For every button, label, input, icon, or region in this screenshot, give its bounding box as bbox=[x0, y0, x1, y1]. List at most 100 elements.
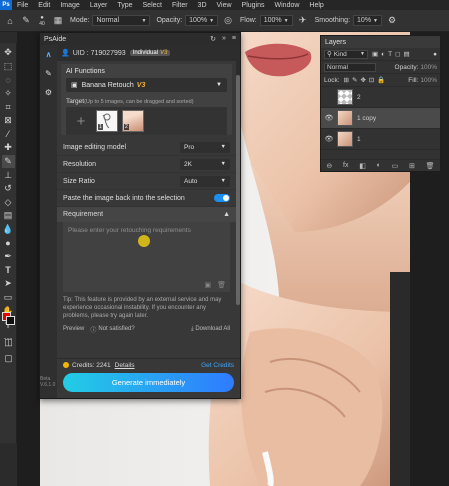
pen-tool-icon[interactable]: ✒ bbox=[2, 250, 15, 263]
menu-select[interactable]: Select bbox=[138, 2, 167, 9]
quick-mask-icon[interactable]: ◫ bbox=[2, 336, 15, 349]
size-ratio-select[interactable]: Auto ▼ bbox=[180, 175, 230, 187]
crop-tool-icon[interactable]: ⌗ bbox=[2, 101, 15, 114]
add-image-button[interactable]: + bbox=[70, 110, 92, 132]
adjustment-icon[interactable]: ◐ bbox=[377, 162, 381, 169]
screen-mode-icon[interactable]: ▢ bbox=[2, 352, 15, 365]
generate-button[interactable]: Generate immediately bbox=[63, 373, 234, 392]
dodge-tool-icon[interactable]: ● bbox=[2, 237, 15, 250]
lock-artboard-icon[interactable]: ⊡ bbox=[369, 76, 374, 84]
eye-icon[interactable]: 👁 bbox=[324, 135, 334, 143]
clone-stamp-tool-icon[interactable]: ⊥ bbox=[2, 169, 15, 182]
brush-settings-icon[interactable]: ▦ bbox=[52, 15, 64, 27]
details-link[interactable]: Details bbox=[115, 362, 135, 369]
eyedropper-tool-icon[interactable]: ⁄ bbox=[2, 128, 15, 141]
fill-label: Fill: bbox=[408, 76, 419, 84]
settings-icon[interactable]: ⚙ bbox=[43, 87, 54, 98]
edit-icon[interactable]: ✎ bbox=[43, 68, 54, 79]
smoothing-input[interactable]: 10% ▼ bbox=[353, 15, 382, 26]
layer-thumbnail bbox=[337, 131, 353, 147]
layer-row[interactable]: 👁 1 copy bbox=[321, 108, 440, 129]
menu-view[interactable]: View bbox=[212, 2, 237, 9]
menu-help[interactable]: Help bbox=[304, 2, 328, 9]
brush-preset-icon[interactable]: ● 40 bbox=[36, 15, 48, 27]
lock-pixels-icon[interactable]: ⊞ bbox=[344, 76, 349, 84]
frame-tool-icon[interactable]: ⊠ bbox=[2, 114, 15, 127]
download-all-button[interactable]: ⤓ Download All bbox=[191, 326, 230, 333]
history-brush-tool-icon[interactable]: ↺ bbox=[2, 182, 15, 195]
menu-3d[interactable]: 3D bbox=[193, 2, 212, 9]
filter-pixel-icon[interactable]: ▣ bbox=[372, 50, 378, 58]
eye-icon[interactable]: 👁 bbox=[324, 114, 334, 122]
blend-mode-select[interactable]: Normal bbox=[324, 62, 376, 72]
layer-row[interactable]: 2 bbox=[321, 87, 440, 108]
menu-plugins[interactable]: Plugins bbox=[237, 2, 270, 9]
menu-window[interactable]: Window bbox=[270, 2, 305, 9]
type-tool-icon[interactable]: T bbox=[2, 264, 15, 277]
requirement-placeholder: Please enter your retouching requirement… bbox=[68, 227, 191, 234]
requirement-header[interactable]: Requirement ▲ bbox=[57, 207, 236, 222]
gradient-tool-icon[interactable]: ▤ bbox=[2, 209, 15, 222]
blur-tool-icon[interactable]: 💧 bbox=[2, 223, 15, 236]
pressure-opacity-icon[interactable]: ◎ bbox=[222, 15, 234, 27]
refresh-icon[interactable]: ↻ bbox=[210, 35, 216, 43]
target-thumb[interactable]: 1 bbox=[96, 110, 118, 132]
menu-filter[interactable]: Filter bbox=[167, 2, 193, 9]
filter-type-icon[interactable]: T bbox=[388, 51, 392, 58]
layer-opacity-value[interactable]: 100% bbox=[420, 64, 437, 71]
home-icon[interactable]: ⌂ bbox=[4, 15, 16, 27]
psaide-scroll-area[interactable]: AI Functions ▣ Banana Retouch V3 ▼ Targe… bbox=[57, 61, 236, 358]
lock-paint-icon[interactable]: ✎ bbox=[352, 76, 357, 84]
layer-row[interactable]: 👁 1 bbox=[321, 129, 440, 150]
filter-adjustment-icon[interactable]: ◐ bbox=[381, 51, 385, 58]
filter-shape-icon[interactable]: ◻ bbox=[395, 50, 400, 58]
folder-icon[interactable]: ▭ bbox=[392, 162, 399, 170]
opacity-input[interactable]: 100% ▼ bbox=[185, 15, 219, 26]
menu-file[interactable]: File bbox=[12, 2, 33, 9]
lock-position-icon[interactable]: ✥ bbox=[360, 76, 365, 84]
function-select[interactable]: ▣ Banana Retouch V3 ▼ bbox=[66, 78, 227, 92]
image-icon[interactable]: ▣ bbox=[204, 281, 211, 289]
background-color-swatch[interactable] bbox=[6, 316, 15, 325]
link-icon[interactable]: ⊖ bbox=[326, 162, 332, 170]
eraser-tool-icon[interactable]: ◇ bbox=[2, 196, 15, 209]
opacity-label: Opacity: bbox=[394, 63, 419, 71]
target-thumb[interactable]: 2 bbox=[122, 110, 144, 132]
lasso-tool-icon[interactable]: ◌ bbox=[2, 73, 15, 86]
kind-filter-select[interactable]: ⚲ Kind ▼ bbox=[324, 49, 368, 59]
trash-icon[interactable]: 🗑 bbox=[217, 281, 226, 289]
airbrush-icon[interactable]: ✈ bbox=[297, 15, 309, 27]
fx-icon[interactable]: fx bbox=[343, 162, 348, 169]
smoothing-settings-icon[interactable]: ⚙ bbox=[386, 15, 398, 27]
trash-icon[interactable]: 🗑 bbox=[426, 162, 435, 170]
healing-brush-tool-icon[interactable]: ✚ bbox=[2, 141, 15, 154]
resolution-select[interactable]: 2K ▼ bbox=[180, 158, 230, 170]
not-satisfied-link[interactable]: Not satisfied? bbox=[98, 326, 134, 332]
mask-icon[interactable]: ◧ bbox=[359, 162, 366, 170]
path-select-tool-icon[interactable]: ➤ bbox=[2, 277, 15, 290]
collapse-icon[interactable]: » bbox=[222, 35, 226, 43]
brush-tool-icon[interactable]: ✎ bbox=[20, 15, 32, 27]
psaide-scrollbar-thumb[interactable] bbox=[236, 75, 240, 305]
lock-all-icon[interactable]: 🔒 bbox=[377, 76, 385, 84]
menu-type[interactable]: Type bbox=[112, 2, 137, 9]
requirement-input[interactable]: Please enter your retouching requirement… bbox=[63, 222, 230, 292]
rectangle-tool-icon[interactable]: ▭ bbox=[2, 291, 15, 304]
menu-icon[interactable]: ≡ bbox=[232, 35, 236, 43]
menu-image[interactable]: Image bbox=[55, 2, 84, 9]
get-credits-link[interactable]: Get Credits bbox=[201, 362, 234, 369]
mode-select[interactable]: Normal ▼ bbox=[92, 15, 151, 26]
filter-smart-icon[interactable]: ▤ bbox=[403, 50, 409, 58]
flow-input[interactable]: 100% ▼ bbox=[259, 15, 293, 26]
menu-edit[interactable]: Edit bbox=[33, 2, 55, 9]
image-model-select[interactable]: Pro ▼ bbox=[180, 141, 230, 153]
move-tool-icon[interactable]: ✥ bbox=[2, 46, 15, 59]
filter-toggle-icon[interactable]: ● bbox=[433, 51, 437, 58]
marquee-tool-icon[interactable]: ⬚ bbox=[2, 60, 15, 73]
fill-value[interactable]: 100% bbox=[420, 77, 437, 84]
paste-back-toggle[interactable] bbox=[214, 194, 230, 202]
brush-tool-icon[interactable]: ✎ bbox=[1, 155, 15, 169]
quick-select-tool-icon[interactable]: ✧ bbox=[2, 87, 15, 100]
menu-layer[interactable]: Layer bbox=[85, 2, 113, 9]
new-layer-icon[interactable]: ⊞ bbox=[409, 162, 415, 170]
